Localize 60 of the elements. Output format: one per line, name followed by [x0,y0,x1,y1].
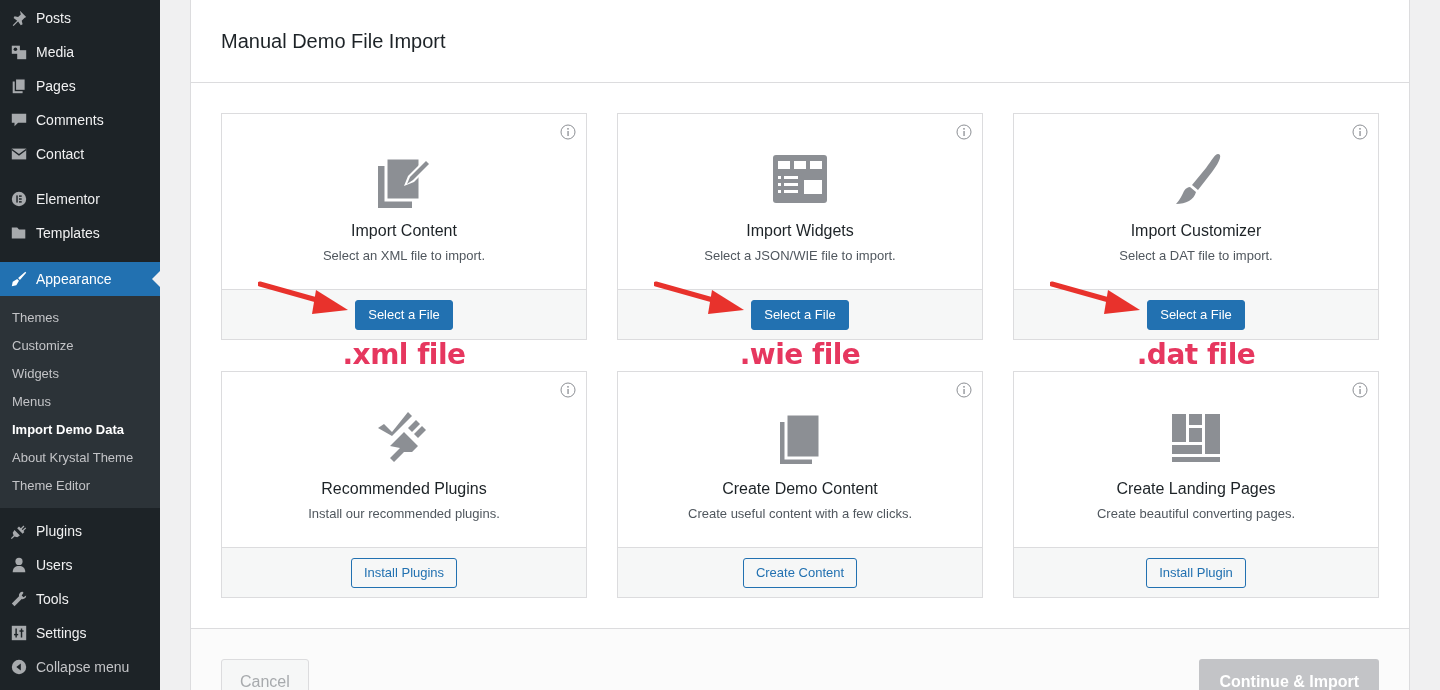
card-description: Install our recommended plugins. [308,506,500,521]
info-icon[interactable] [1352,382,1368,398]
sidebar-item[interactable]: Users [0,548,160,582]
info-icon[interactable] [956,124,972,140]
card-description: Select an XML file to import. [322,248,486,263]
annotation-label: .xml file [341,339,467,370]
sidebar-item[interactable]: Pages [0,69,160,103]
card-description: Select a JSON/WIE file to import. [704,248,896,263]
sidebar-item[interactable]: Posts [0,1,160,35]
circle-e-icon [10,190,28,208]
card-title: Create Demo Content [722,480,878,498]
card-description: Create beautiful converting pages. [1097,506,1295,521]
arrow-icon [258,278,350,314]
card-button[interactable]: Select a File [355,299,453,330]
card-description: Create useful content with a few clicks. [688,506,912,521]
submenu-item[interactable]: About Krystal Theme [0,443,160,471]
wrench-icon [10,590,28,608]
card-title: Import Content [351,222,457,240]
card-title: Import Widgets [746,222,854,240]
card-title: Import Customizer [1130,222,1262,240]
card-button[interactable]: Install Plugins [350,557,458,588]
info-icon[interactable] [956,382,972,398]
card-description: Select a DAT file to import. [1119,248,1273,263]
submenu-item[interactable]: Theme Editor [0,471,160,499]
card-button[interactable]: Install Plugin [1146,557,1246,588]
sidebar-item[interactable]: Settings [0,616,160,650]
arrow-icon [1050,278,1142,314]
sidebar-item[interactable]: Plugins [0,514,160,548]
pages-icon [10,77,28,95]
sidebar-item[interactable]: Media [0,35,160,69]
card-button[interactable]: Select a File [751,299,849,330]
info-icon[interactable] [1352,124,1368,140]
info-icon[interactable] [560,124,576,140]
card-title: Create Landing Pages [1116,480,1276,498]
card-button[interactable]: Create Content [742,557,858,588]
submenu-item[interactable]: Menus [0,387,160,415]
brush-icon [10,270,28,288]
pin-icon [10,9,28,27]
submenu-item[interactable]: Themes [0,303,160,331]
info-icon[interactable] [560,382,576,398]
sidebar-item[interactable]: Templates [0,216,160,250]
submenu-item[interactable]: Widgets [0,359,160,387]
annotation-label: .dat file [1135,339,1257,370]
submenu-item[interactable]: Customize [0,331,160,359]
sliders-icon [10,624,28,642]
sidebar-item[interactable]: Tools [0,582,160,616]
person-icon [10,556,28,574]
sidebar-item[interactable]: Contact [0,137,160,171]
panel-title: Manual Demo File Import [221,29,446,53]
arrow-icon [654,278,746,314]
card-title: Recommended Plugins [321,480,487,498]
submenu-item[interactable]: Import Demo Data [0,415,160,443]
collapse-icon [10,658,28,676]
card-button[interactable]: Select a File [1147,299,1245,330]
sidebar-item[interactable]: Comments [0,103,160,137]
media-icon [10,43,28,61]
sidebar-item[interactable]: Collapse menu [0,650,160,684]
sidebar-item[interactable]: Elementor [0,182,160,216]
sidebar-item[interactable]: Appearance [0,262,160,296]
annotation-label: .wie file [738,339,862,370]
